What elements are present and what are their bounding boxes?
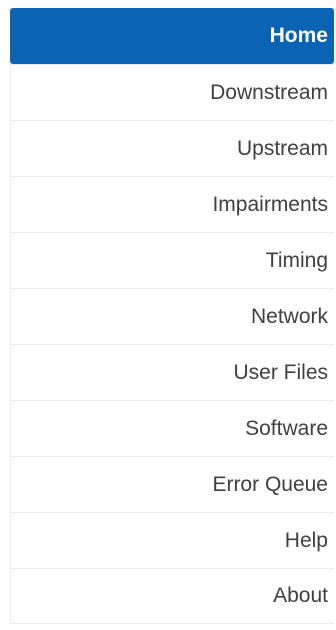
nav-item-impairments[interactable]: Impairments (10, 176, 334, 232)
nav-item-timing[interactable]: Timing (10, 232, 334, 288)
nav-item-downstream[interactable]: Downstream (10, 64, 334, 120)
nav-item-home[interactable]: Home (10, 8, 334, 64)
nav-item-user-files[interactable]: User Files (10, 344, 334, 400)
nav-item-upstream[interactable]: Upstream (10, 120, 334, 176)
nav-item-software[interactable]: Software (10, 400, 334, 456)
nav-item-error-queue[interactable]: Error Queue (10, 456, 334, 512)
nav-item-about[interactable]: About (10, 568, 334, 624)
nav-item-help[interactable]: Help (10, 512, 334, 568)
sidebar-nav: Home Downstream Upstream Impairments Tim… (10, 8, 334, 624)
nav-item-network[interactable]: Network (10, 288, 334, 344)
